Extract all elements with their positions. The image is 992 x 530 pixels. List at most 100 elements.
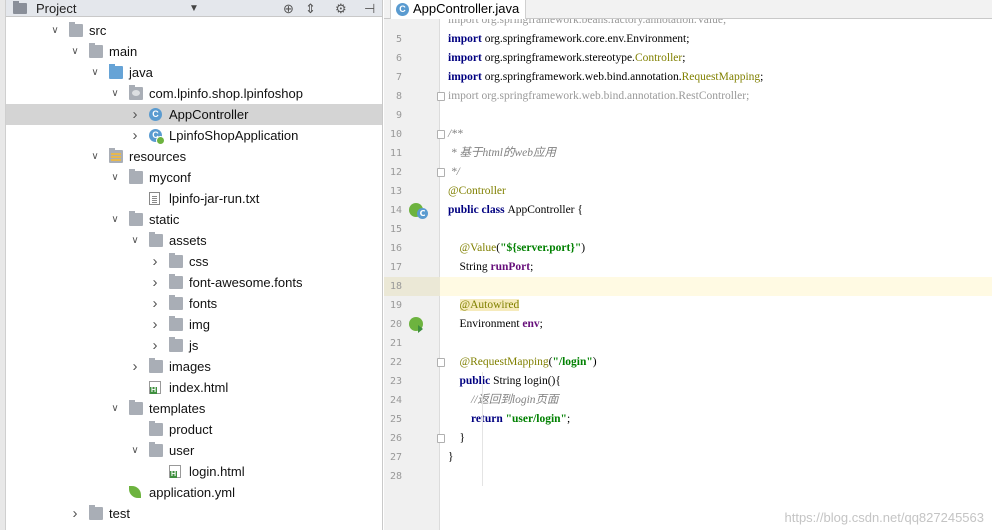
chevron-down-icon[interactable]: ∨ bbox=[89, 146, 101, 167]
folder-icon bbox=[149, 442, 163, 457]
code-line: } bbox=[448, 448, 992, 467]
tree-item[interactable]: › C LpinfoShopApplication bbox=[6, 125, 382, 146]
spring-autowire-icon[interactable] bbox=[409, 317, 423, 333]
tree-item[interactable]: ∨ myconf bbox=[6, 167, 382, 188]
chevron-right-icon[interactable]: › bbox=[149, 335, 161, 356]
gear-icon[interactable]: ⚙ bbox=[335, 0, 347, 17]
chevron-down-icon[interactable]: ▼ bbox=[189, 0, 199, 17]
folder-icon bbox=[69, 22, 83, 37]
tree-item[interactable]: › test bbox=[6, 503, 382, 524]
chevron-down-icon[interactable]: ∨ bbox=[109, 83, 121, 104]
code-area[interactable]: import org.springframework.beans.factory… bbox=[440, 19, 992, 530]
chevron-right-icon[interactable]: › bbox=[129, 125, 141, 146]
chevron-right-icon[interactable]: › bbox=[129, 356, 141, 377]
code-token: "${server.port}" bbox=[500, 242, 582, 254]
chevron-right-icon[interactable]: › bbox=[149, 293, 161, 314]
tree-item[interactable]: application.yml bbox=[6, 482, 382, 503]
code-token: ; bbox=[530, 261, 534, 273]
chevron-down-icon[interactable]: ∨ bbox=[109, 398, 121, 419]
code-line: import org.springframework.web.bind.anno… bbox=[448, 87, 992, 106]
tree-item[interactable]: › images bbox=[6, 356, 382, 377]
tree-item[interactable]: › img bbox=[6, 314, 382, 335]
code-line: return "user/login"; bbox=[448, 410, 992, 429]
tree-item[interactable]: ∨ com.lpinfo.shop.lpinfoshop bbox=[6, 83, 382, 104]
editor-gutter[interactable]: 5 6 7 8 9 10 11 12 13 14 15 16 17 18 19 20 21 22 23 24 25 26 2… bbox=[384, 19, 445, 530]
line-number: 8 bbox=[395, 91, 402, 102]
collapse-icon[interactable]: ⇕ bbox=[305, 0, 316, 17]
chevron-down-icon[interactable]: ∨ bbox=[69, 41, 81, 62]
tree-item[interactable]: index.html bbox=[6, 377, 382, 398]
chevron-down-icon[interactable]: ∨ bbox=[89, 62, 101, 83]
chevron-right-icon[interactable]: › bbox=[149, 272, 161, 293]
code-line: import org.springframework.beans.factory… bbox=[448, 19, 992, 30]
chevron-down-icon[interactable]: ∨ bbox=[129, 230, 141, 251]
chevron-down-icon[interactable]: ∨ bbox=[109, 167, 121, 188]
class-icon: C bbox=[149, 108, 162, 121]
target-icon[interactable]: ⊕ bbox=[283, 0, 294, 17]
code-token: } bbox=[448, 432, 466, 444]
tree-item[interactable]: › css bbox=[6, 251, 382, 272]
tree-item[interactable]: ∨ templates bbox=[6, 398, 382, 419]
tree-item[interactable]: ∨ assets bbox=[6, 230, 382, 251]
code-line: @Value("${server.port}") bbox=[448, 239, 992, 258]
folder-icon bbox=[129, 169, 143, 184]
project-panel-header: Project ▼ ⊕ ⇕ ⚙ ⊣ bbox=[6, 0, 382, 17]
watermark: https://blog.csdn.net/qq827245563 bbox=[784, 510, 985, 525]
tree-item-label: js bbox=[189, 338, 199, 353]
tree-item[interactable]: ∨ static bbox=[6, 209, 382, 230]
code-token: org.springframework.core.env.Environment… bbox=[484, 33, 690, 45]
tree-item[interactable]: ∨ src bbox=[6, 20, 382, 41]
tree-item[interactable]: ∨ resources bbox=[6, 146, 382, 167]
line-number: 16 bbox=[389, 243, 402, 254]
chevron-right-icon[interactable]: › bbox=[149, 251, 161, 272]
folder-icon bbox=[169, 253, 183, 268]
tab-appcontroller[interactable]: C AppController.java bbox=[390, 0, 527, 20]
line-number: 22 bbox=[389, 357, 402, 368]
code-token: ; bbox=[682, 52, 686, 64]
line-number: 25 bbox=[389, 414, 402, 425]
html-file-icon bbox=[149, 381, 161, 394]
chevron-right-icon[interactable]: › bbox=[149, 314, 161, 335]
tree-item[interactable]: › fonts bbox=[6, 293, 382, 314]
tree-item[interactable]: lpinfo-jar-run.txt bbox=[6, 188, 382, 209]
code-line: @Autowired bbox=[448, 296, 992, 315]
code-token: ; bbox=[566, 413, 571, 425]
tree-item-label: templates bbox=[149, 401, 206, 416]
folder-icon bbox=[169, 295, 183, 310]
indent-guide bbox=[482, 372, 483, 486]
chevron-right-icon[interactable]: › bbox=[69, 503, 81, 524]
code-line: * 基于html的web应用 bbox=[448, 144, 992, 163]
tree-item-label: application.yml bbox=[149, 485, 235, 500]
hide-icon[interactable]: ⊣ bbox=[364, 0, 375, 17]
chevron-down-icon[interactable]: ∨ bbox=[129, 440, 141, 461]
line-number: 12 bbox=[389, 167, 402, 178]
project-panel-title[interactable]: Project bbox=[36, 0, 76, 17]
chevron-right-icon[interactable]: › bbox=[129, 104, 141, 125]
tree-item[interactable]: › C AppController bbox=[6, 104, 382, 125]
tree-item[interactable]: ∨ user bbox=[6, 440, 382, 461]
tree-item[interactable]: login.html bbox=[6, 461, 382, 482]
code-token: String bbox=[448, 261, 491, 273]
resources-folder-icon bbox=[109, 148, 123, 163]
spring-bean-icon[interactable] bbox=[409, 203, 428, 219]
code-token: import bbox=[448, 71, 485, 83]
chevron-down-icon[interactable]: ∨ bbox=[109, 209, 121, 230]
code-token: ; bbox=[539, 318, 543, 330]
tree-item[interactable]: › font-awesome.fonts bbox=[6, 272, 382, 293]
folder-icon bbox=[149, 358, 163, 373]
code-token: /** bbox=[448, 128, 463, 140]
code-line: public String login(){ bbox=[448, 372, 992, 391]
editor-tab-bar: C AppController.java bbox=[384, 0, 992, 20]
code-token: ) bbox=[581, 242, 586, 254]
tree-item[interactable]: ∨ java bbox=[6, 62, 382, 83]
tab-label: AppController.java bbox=[413, 1, 520, 16]
tree-item-label: static bbox=[149, 212, 180, 227]
code-token: import bbox=[448, 52, 485, 64]
tree-item[interactable]: ∨ main bbox=[6, 41, 382, 62]
tree-item[interactable]: product bbox=[6, 419, 382, 440]
chevron-down-icon[interactable]: ∨ bbox=[49, 20, 61, 41]
code-token: Controller bbox=[634, 52, 683, 64]
code-token: import org.springframework.web.bind.anno… bbox=[448, 90, 750, 102]
tree-item[interactable]: › js bbox=[6, 335, 382, 356]
